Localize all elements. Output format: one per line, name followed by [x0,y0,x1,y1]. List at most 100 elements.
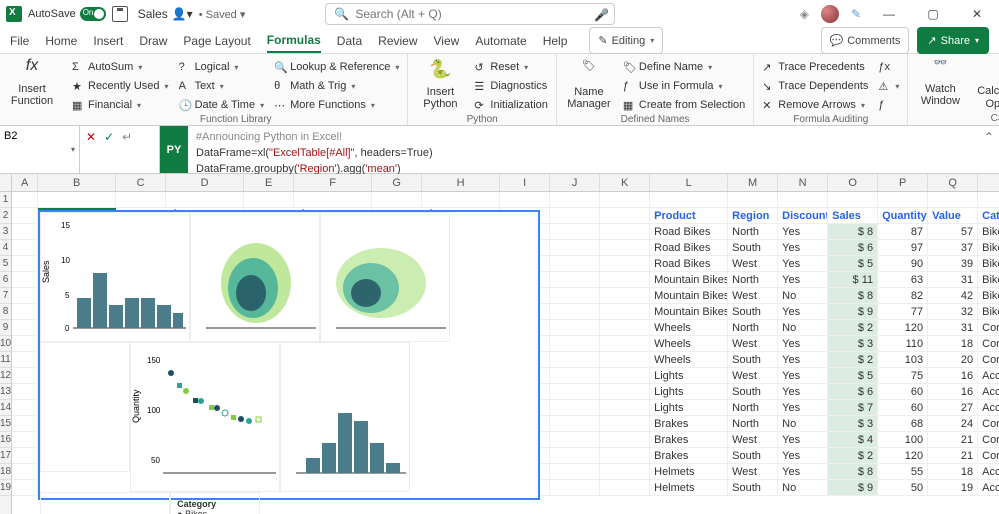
column-header[interactable]: N [778,174,828,191]
cell[interactable]: 110 [878,336,928,351]
cell[interactable]: West [728,336,778,351]
column-header[interactable]: D [166,174,244,191]
cell[interactable]: Road Bikes [650,240,728,255]
tab-insert[interactable]: Insert [93,30,123,52]
cell[interactable]: North [728,272,778,287]
select-all-corner[interactable] [0,174,11,192]
cell[interactable] [166,192,244,207]
column-header[interactable]: J [550,174,600,191]
cell[interactable]: 31 [928,272,978,287]
cell[interactable]: Quantity [878,208,928,223]
cell[interactable]: North [728,416,778,431]
cell[interactable] [12,304,38,319]
cell[interactable]: Bikes [978,272,999,287]
cell[interactable]: 42 [928,288,978,303]
create-from-selection-button[interactable]: ▦Create from Selection [623,97,745,113]
search-box[interactable]: 🔍 🎤 [325,3,615,25]
tab-draw[interactable]: Draw [139,30,167,52]
saved-status[interactable]: • Saved ▾ [199,8,246,21]
row-header[interactable]: 2 [0,208,11,224]
tab-help[interactable]: Help [543,30,568,52]
cell[interactable]: Region [728,208,778,223]
cell[interactable] [12,416,38,431]
cell[interactable] [600,304,650,319]
user-avatar[interactable] [821,5,839,23]
tab-file[interactable]: File [10,30,29,52]
cell[interactable]: 50 [878,480,928,495]
cell[interactable] [422,192,500,207]
cell[interactable] [600,288,650,303]
cell[interactable]: 31 [928,320,978,335]
cell[interactable]: 27 [928,400,978,415]
cell[interactable] [12,208,38,223]
cell[interactable] [550,336,600,351]
column-header[interactable]: B [38,174,116,191]
tab-review[interactable]: Review [378,30,417,52]
cell[interactable]: Components [978,416,999,431]
cell[interactable]: 39 [928,256,978,271]
row-header[interactable]: 7 [0,288,11,304]
maximize-button[interactable]: ▢ [917,3,949,25]
row-header[interactable]: 5 [0,256,11,272]
diagnostics-button[interactable]: ☰Diagnostics [474,78,547,94]
cell[interactable] [600,224,650,239]
cell[interactable]: Wheels [650,352,728,367]
cell[interactable]: $ 6 [828,240,878,255]
cell[interactable]: Brakes [650,432,728,447]
cell[interactable]: West [728,256,778,271]
cell[interactable]: $ 8 [828,288,878,303]
show-formulas-button[interactable]: ƒx [878,59,899,75]
toggle-switch[interactable]: On [80,7,106,21]
cell[interactable] [778,192,828,207]
cell[interactable] [12,272,38,287]
row-header[interactable]: 11 [0,352,11,368]
tab-home[interactable]: Home [45,30,77,52]
cell[interactable] [550,480,600,495]
cell[interactable]: Brakes [650,416,728,431]
cell[interactable]: 20 [928,352,978,367]
cell[interactable]: 21 [928,432,978,447]
cell[interactable] [12,224,38,239]
evaluate-button[interactable]: ƒ [878,97,899,113]
cell[interactable]: Components [978,448,999,463]
cell[interactable]: South [728,480,778,495]
cell[interactable] [600,368,650,383]
cell[interactable]: 19 [928,480,978,495]
cell[interactable] [550,272,600,287]
cell[interactable]: West [728,288,778,303]
cell[interactable]: Yes [778,272,828,287]
watch-window-button[interactable]: 👓 Watch Window [916,57,964,107]
cell[interactable]: Yes [778,240,828,255]
column-header[interactable]: L [650,174,728,191]
text-button[interactable]: AText▾ [179,78,265,94]
cell[interactable] [12,368,38,383]
cell[interactable]: $ 8 [828,464,878,479]
cell[interactable] [550,352,600,367]
cell[interactable] [878,192,928,207]
math-trig-button[interactable]: θMath & Trig▾ [274,78,399,94]
cell[interactable] [600,320,650,335]
cell[interactable]: $ 7 [828,400,878,415]
cell[interactable]: $ 6 [828,384,878,399]
row-header[interactable]: 6 [0,272,11,288]
cell[interactable] [116,192,166,207]
cell[interactable] [12,352,38,367]
cell[interactable] [550,432,600,447]
cell[interactable] [550,304,600,319]
cell[interactable]: 68 [878,416,928,431]
cell[interactable]: $ 2 [828,352,878,367]
cell[interactable]: South [728,384,778,399]
cell[interactable]: 37 [928,240,978,255]
cell[interactable]: 90 [878,256,928,271]
cell[interactable]: Yes [778,256,828,271]
cell[interactable]: $ 8 [828,224,878,239]
cell[interactable]: North [728,320,778,335]
cell[interactable]: Value [928,208,978,223]
cell[interactable]: Bikes [978,224,999,239]
row-header[interactable]: 4 [0,240,11,256]
cell[interactable] [650,192,728,207]
cell[interactable]: South [728,304,778,319]
row-header[interactable]: 1 [0,192,11,208]
name-box[interactable]: ▾ [0,126,80,173]
cell[interactable]: $ 9 [828,304,878,319]
